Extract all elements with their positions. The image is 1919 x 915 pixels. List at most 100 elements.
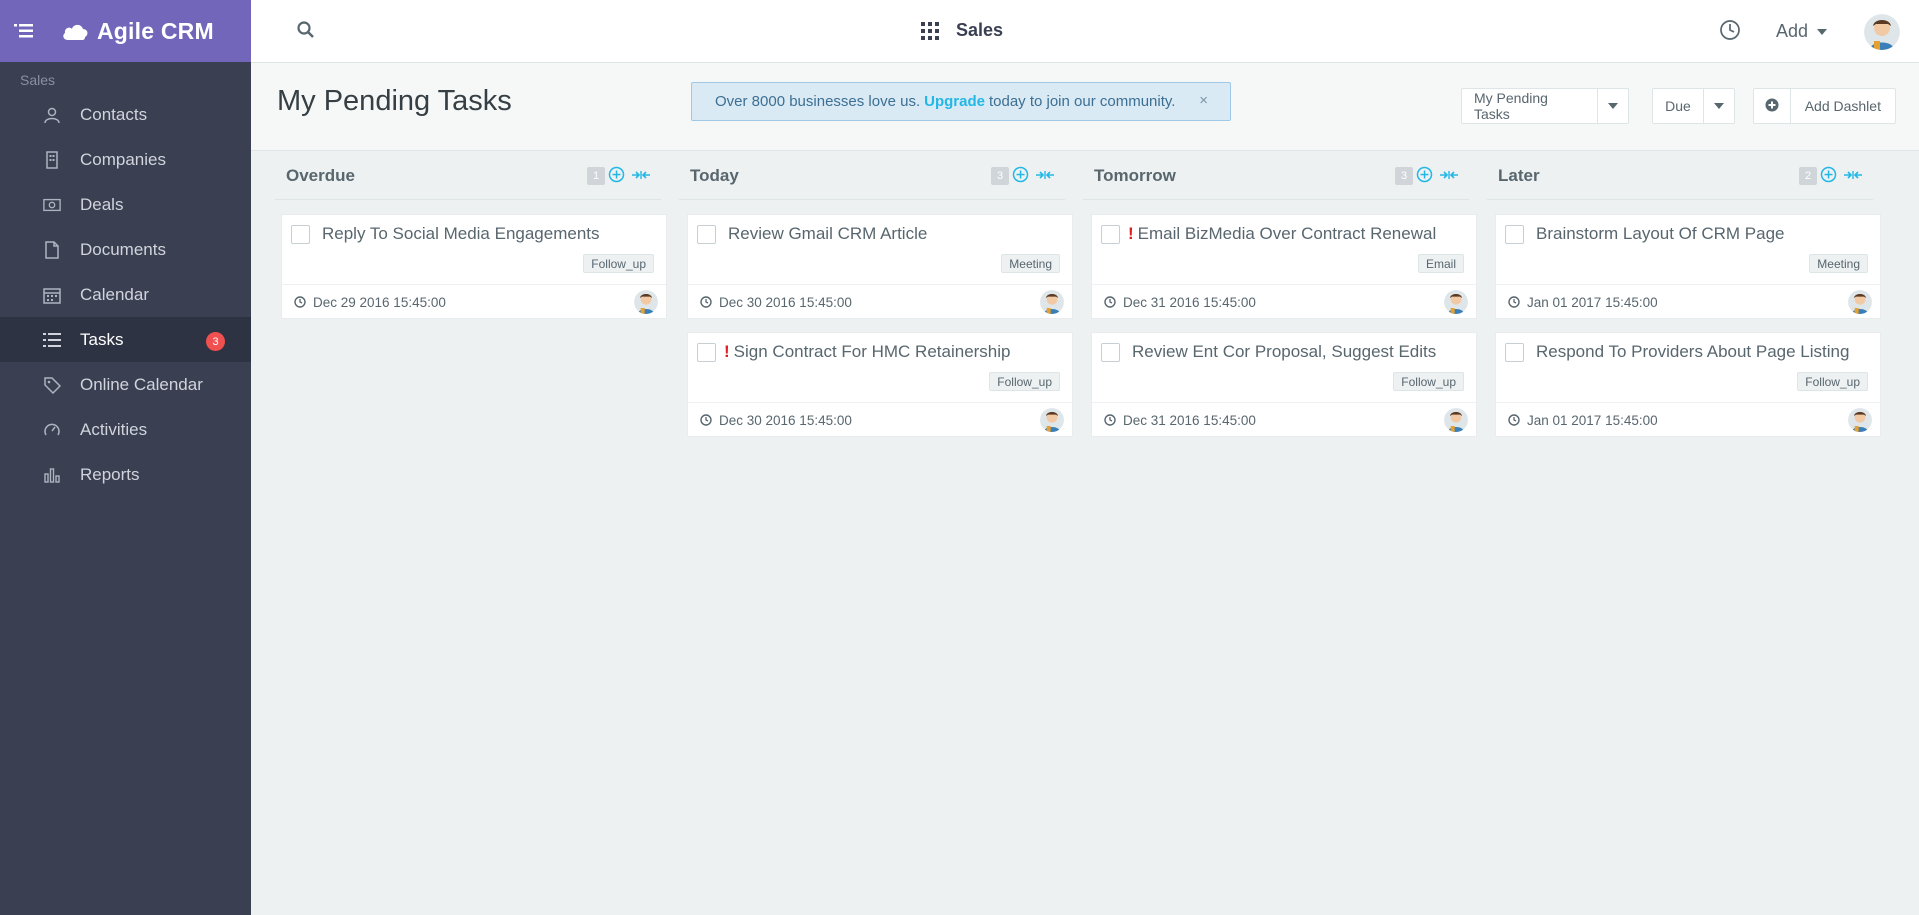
sidebar-item-deals[interactable]: Deals xyxy=(0,182,251,227)
task-type-tag: Follow_up xyxy=(1797,372,1868,391)
close-icon[interactable]: × xyxy=(1199,92,1208,109)
module-label: Sales xyxy=(956,20,1004,40)
task-owner-avatar[interactable] xyxy=(1444,408,1468,432)
column-count-badge: 3 xyxy=(1395,167,1413,185)
task-card[interactable]: ! Sign Contract For HMC Retainership Foll… xyxy=(687,332,1073,437)
sidebar-item-documents[interactable]: Documents xyxy=(0,227,251,272)
task-complete-checkbox[interactable] xyxy=(697,343,716,362)
gauge-icon xyxy=(43,421,61,439)
task-owner-avatar[interactable] xyxy=(1848,408,1872,432)
task-title[interactable]: ! Sign Contract For HMC Retainership xyxy=(724,342,1011,362)
menu-toggle-icon[interactable] xyxy=(14,20,36,42)
task-column-later: Later 2 xyxy=(1487,152,1873,200)
column-title: Later xyxy=(1498,165,1540,185)
task-owner-avatar[interactable] xyxy=(1848,290,1872,314)
task-type-tag: Follow_up xyxy=(989,372,1060,391)
clock-icon xyxy=(1104,296,1116,308)
task-due-date: Dec 31 2016 15:45:00 xyxy=(1123,412,1256,428)
sidebar-item-online-calendar[interactable]: Online Calendar xyxy=(0,362,251,407)
task-title-text: Review Ent Cor Proposal, Suggest Edits xyxy=(1132,342,1437,361)
task-owner-avatar[interactable] xyxy=(1040,408,1064,432)
top-navbar: Sales Add xyxy=(251,0,1919,63)
search-icon[interactable] xyxy=(296,20,316,40)
column-count-badge: 2 xyxy=(1799,167,1817,185)
sidebar-item-activities[interactable]: Activities xyxy=(0,407,251,452)
task-filter-dropdown: My Pending Tasks xyxy=(1461,88,1629,124)
task-filter-toggle[interactable] xyxy=(1597,89,1628,123)
task-title[interactable]: Brainstorm Layout Of CRM Page xyxy=(1532,224,1784,244)
collapse-icon[interactable] xyxy=(1439,168,1459,182)
task-title[interactable]: Respond To Providers About Page Listing xyxy=(1532,342,1849,362)
task-title-text: Review Gmail CRM Article xyxy=(728,224,928,243)
task-card[interactable]: Reply To Social Media Engagements Follow… xyxy=(281,214,667,319)
task-owner-avatar[interactable] xyxy=(634,290,658,314)
add-dashlet-button[interactable]: Add Dashlet xyxy=(1789,89,1895,123)
sort-button[interactable]: Due xyxy=(1653,89,1703,123)
caret-down-icon xyxy=(1714,103,1724,109)
add-task-icon[interactable] xyxy=(608,166,625,183)
add-dashlet-group: Add Dashlet xyxy=(1753,88,1896,124)
collapse-icon[interactable] xyxy=(631,168,651,182)
column-header: Later 2 xyxy=(1487,152,1873,200)
sidebar-item-contacts[interactable]: Contacts xyxy=(0,92,251,137)
caret-down-icon xyxy=(1817,28,1828,35)
task-complete-checkbox[interactable] xyxy=(1101,343,1120,362)
task-owner-avatar[interactable] xyxy=(1444,290,1468,314)
collapse-icon[interactable] xyxy=(1843,168,1863,182)
sort-dropdown: Due xyxy=(1652,88,1735,124)
task-type-tag: Follow_up xyxy=(1393,372,1464,391)
task-complete-checkbox[interactable] xyxy=(1101,225,1120,244)
task-title-text: Sign Contract For HMC Retainership xyxy=(733,342,1011,361)
task-title[interactable]: ! Email BizMedia Over Contract Renewal xyxy=(1128,224,1436,244)
task-title[interactable]: Review Gmail CRM Article xyxy=(724,224,927,244)
sidebar-item-calendar[interactable]: Calendar xyxy=(0,272,251,317)
task-title-text: Email BizMedia Over Contract Renewal xyxy=(1137,224,1437,243)
task-title[interactable]: Reply To Social Media Engagements xyxy=(318,224,600,244)
task-title[interactable]: Review Ent Cor Proposal, Suggest Edits xyxy=(1128,342,1436,362)
clock-icon xyxy=(1104,414,1116,426)
calendar-icon xyxy=(43,286,61,304)
add-task-icon[interactable] xyxy=(1820,166,1837,183)
sidebar-item-label: Online Calendar xyxy=(80,374,203,394)
task-priority-mark: ! xyxy=(1128,224,1134,243)
task-card[interactable]: ! Email BizMedia Over Contract Renewal Em… xyxy=(1091,214,1477,319)
upgrade-link[interactable]: Upgrade xyxy=(924,93,985,110)
task-priority-mark: ! xyxy=(724,342,730,361)
brand-bar: Agile CRM xyxy=(0,0,251,62)
sidebar-item-tasks[interactable]: Tasks 3 xyxy=(0,317,251,362)
add-dashlet-icon-button[interactable] xyxy=(1754,89,1790,123)
user-avatar[interactable] xyxy=(1864,14,1900,50)
add-task-icon[interactable] xyxy=(1012,166,1029,183)
task-complete-checkbox[interactable] xyxy=(291,225,310,244)
sidebar-item-companies[interactable]: Companies xyxy=(0,137,251,182)
promo-text: Over 8000 businesses love us. xyxy=(715,93,921,110)
sidebar-item-label: Activities xyxy=(80,419,148,439)
module-switcher[interactable]: Sales xyxy=(921,20,1003,41)
task-due-date: Dec 29 2016 15:45:00 xyxy=(313,294,446,310)
task-owner-avatar[interactable] xyxy=(1040,290,1064,314)
column-count-badge: 1 xyxy=(587,167,605,185)
sort-label: Due xyxy=(1665,98,1691,114)
task-column-tomorrow: Tomorrow 3 xyxy=(1083,152,1469,200)
collapse-icon[interactable] xyxy=(1035,168,1055,182)
task-title-text: Brainstorm Layout Of CRM Page xyxy=(1536,224,1785,243)
task-card[interactable]: Review Gmail CRM Article Meeting Dec 30 … xyxy=(687,214,1073,319)
task-due-date: Dec 30 2016 15:45:00 xyxy=(719,412,852,428)
task-card[interactable]: Respond To Providers About Page Listing … xyxy=(1495,332,1881,437)
task-complete-checkbox[interactable] xyxy=(1505,225,1524,244)
task-card[interactable]: Brainstorm Layout Of CRM Page Meeting Ja… xyxy=(1495,214,1881,319)
clock-icon xyxy=(700,414,712,426)
task-complete-checkbox[interactable] xyxy=(1505,343,1524,362)
add-task-icon[interactable] xyxy=(1416,166,1433,183)
clock-icon[interactable] xyxy=(1719,19,1741,41)
task-filter-button[interactable]: My Pending Tasks xyxy=(1462,89,1597,123)
sort-toggle[interactable] xyxy=(1703,89,1734,123)
task-due-date: Dec 30 2016 15:45:00 xyxy=(719,294,852,310)
task-card[interactable]: Review Ent Cor Proposal, Suggest Edits F… xyxy=(1091,332,1477,437)
task-complete-checkbox[interactable] xyxy=(697,225,716,244)
task-board: Overdue 1 Reply To Social Media Engageme… xyxy=(251,152,1919,915)
add-menu-button[interactable]: Add xyxy=(1776,21,1828,42)
sidebar-item-reports[interactable]: Reports xyxy=(0,452,251,497)
brand-name[interactable]: Agile CRM xyxy=(97,18,214,45)
task-due-date: Dec 31 2016 15:45:00 xyxy=(1123,294,1256,310)
